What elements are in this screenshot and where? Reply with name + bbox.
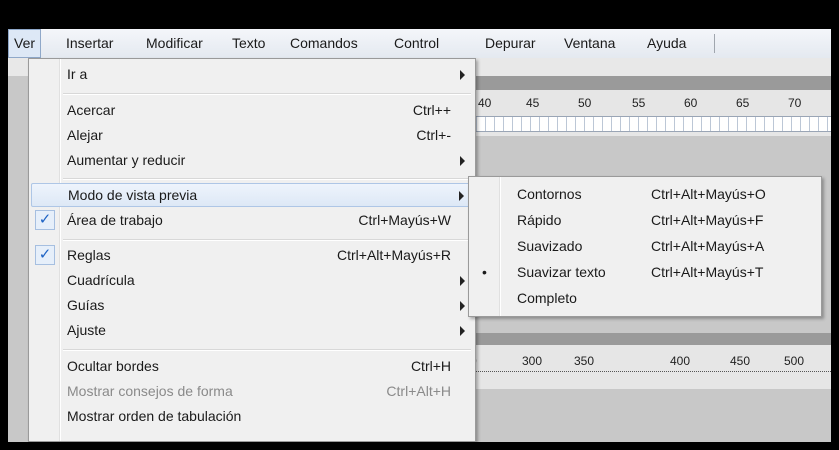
ver-dropdown-menu: Ir a Acercar Ctrl++ Alejar Ctrl+- Aument… xyxy=(28,58,476,442)
menu-item-label: Ir a xyxy=(67,66,88,82)
ruler-number: 400 xyxy=(670,354,691,368)
menubar-divider xyxy=(714,34,715,53)
window-frame: Ver Insertar Modificar Texto Comandos Co… xyxy=(0,0,839,450)
timeline-frame-number: 45 xyxy=(526,96,540,110)
ruler-number: 450 xyxy=(730,354,751,368)
menu-item-label: Área de trabajo xyxy=(67,212,163,228)
menu-item-area-de-trabajo[interactable]: ✓ Área de trabajo Ctrl+Mayús+W xyxy=(31,209,473,233)
menubar-item-depurar[interactable]: Depurar xyxy=(480,29,541,58)
menubar-item-modificar[interactable]: Modificar xyxy=(141,29,208,58)
submenu-item-rapido[interactable]: Rápido Ctrl+Alt+Mayús+F xyxy=(471,209,819,232)
submenu-arrow-icon xyxy=(460,70,465,80)
menu-item-label: Mostrar orden de tabulación xyxy=(67,408,242,424)
menu-item-shortcut: Ctrl+Alt+H xyxy=(386,383,451,399)
menu-item-label: Aumentar y reducir xyxy=(67,152,186,168)
submenu-item-shortcut: Ctrl+Alt+Mayús+O xyxy=(651,186,766,202)
radio-bullet-icon: • xyxy=(482,264,487,280)
timeline-ruler: 40 45 50 55 60 65 70 xyxy=(468,90,831,136)
checkmark-icon: ✓ xyxy=(35,210,55,230)
timeline-header-bar xyxy=(463,76,831,90)
menu-item-label: Ajuste xyxy=(67,322,106,338)
submenu-item-label: Completo xyxy=(517,290,577,306)
menu-item-label: Alejar xyxy=(67,127,103,143)
timeline-frame-number: 60 xyxy=(684,96,698,110)
menu-item-modo-de-vista-previa[interactable]: Modo de vista previa xyxy=(31,183,473,207)
menu-separator xyxy=(63,239,471,241)
timeline-frame-number: 65 xyxy=(736,96,750,110)
submenu-item-label: Rápido xyxy=(517,212,562,228)
menu-item-shortcut: Ctrl+Mayús+W xyxy=(358,212,451,228)
menu-item-shortcut: Ctrl+- xyxy=(416,127,451,143)
menubar-item-texto[interactable]: Texto xyxy=(227,29,270,58)
submenu-item-shortcut: Ctrl+Alt+Mayús+F xyxy=(651,212,764,228)
menubar-item-comandos[interactable]: Comandos xyxy=(285,29,363,58)
stage-ruler: 0 300 350 400 450 500 xyxy=(468,345,831,389)
submenu-item-shortcut: Ctrl+Alt+Mayús+T xyxy=(651,264,764,280)
menu-item-alejar[interactable]: Alejar Ctrl+- xyxy=(31,124,473,148)
timeline-frame-cells[interactable] xyxy=(468,116,831,132)
menubar-item-insertar[interactable]: Insertar xyxy=(61,29,118,58)
menubar-item-ver[interactable]: Ver xyxy=(8,29,42,58)
menu-item-label: Cuadrícula xyxy=(67,272,135,288)
submenu-item-contornos[interactable]: Contornos Ctrl+Alt+Mayús+O xyxy=(471,183,819,206)
menu-item-shortcut: Ctrl+Alt+Mayús+R xyxy=(337,247,451,263)
menu-item-shortcut: Ctrl++ xyxy=(412,102,451,118)
menubar-item-control[interactable]: Control xyxy=(389,29,444,58)
menu-item-mostrar-orden-de-tabulacion[interactable]: Mostrar orden de tabulación xyxy=(31,405,473,429)
application-window: Ver Insertar Modificar Texto Comandos Co… xyxy=(8,29,831,442)
menu-separator xyxy=(63,178,471,180)
submenu-item-completo[interactable]: Completo xyxy=(471,287,819,310)
submenu-item-label: Contornos xyxy=(517,186,582,202)
menu-item-acercar[interactable]: Acercar Ctrl++ xyxy=(31,99,473,123)
checkmark-icon: ✓ xyxy=(35,245,55,265)
menu-separator xyxy=(63,93,471,95)
menu-separator xyxy=(63,349,471,351)
submenu-arrow-icon xyxy=(460,301,465,311)
menu-item-mostrar-consejos-de-forma: Mostrar consejos de forma Ctrl+Alt+H xyxy=(31,380,473,404)
menu-item-shortcut: Ctrl+H xyxy=(410,358,451,374)
menu-item-label: Mostrar consejos de forma xyxy=(67,383,233,399)
submenu-item-label: Suavizar texto xyxy=(517,264,606,280)
menu-item-ocultar-bordes[interactable]: Ocultar bordes Ctrl+H xyxy=(31,355,473,379)
menu-item-ajuste[interactable]: Ajuste xyxy=(31,319,473,343)
menu-item-aumentar-y-reducir[interactable]: Aumentar y reducir xyxy=(31,149,473,173)
timeline-frame-number: 55 xyxy=(632,96,646,110)
menubar-item-ventana[interactable]: Ventana xyxy=(559,29,620,58)
submenu-arrow-icon xyxy=(459,191,464,201)
timeline-frame-number: 40 xyxy=(478,96,492,110)
ruler-number: 350 xyxy=(574,354,595,368)
submenu-item-label: Suavizado xyxy=(517,238,583,254)
modo-de-vista-previa-submenu: Contornos Ctrl+Alt+Mayús+O Rápido Ctrl+A… xyxy=(468,176,822,317)
ruler-number: 500 xyxy=(784,354,805,368)
ruler-number: 300 xyxy=(522,354,543,368)
menu-item-label: Reglas xyxy=(67,247,111,263)
submenu-arrow-icon xyxy=(460,276,465,286)
menubar-item-ayuda[interactable]: Ayuda xyxy=(642,29,691,58)
menu-item-label: Modo de vista previa xyxy=(68,187,198,203)
stage-header-bar xyxy=(463,333,831,345)
submenu-arrow-icon xyxy=(460,156,465,166)
menu-item-label: Ocultar bordes xyxy=(67,358,159,374)
timeline-frame-number: 50 xyxy=(578,96,592,110)
ruler-ticks xyxy=(468,367,831,372)
menu-item-label: Guías xyxy=(67,297,105,313)
menu-item-cuadricula[interactable]: Cuadrícula xyxy=(31,269,473,293)
menu-item-label: Acercar xyxy=(67,102,116,118)
submenu-item-shortcut: Ctrl+Alt+Mayús+A xyxy=(651,238,765,254)
menu-bar: Ver Insertar Modificar Texto Comandos Co… xyxy=(8,29,831,59)
menu-item-reglas[interactable]: ✓ Reglas Ctrl+Alt+Mayús+R xyxy=(31,244,473,268)
timeline-frame-number: 70 xyxy=(788,96,802,110)
menu-item-guias[interactable]: Guías xyxy=(31,294,473,318)
menu-item-ir-a[interactable]: Ir a xyxy=(31,63,473,87)
submenu-item-suavizar-texto[interactable]: • Suavizar texto Ctrl+Alt+Mayús+T xyxy=(471,261,819,284)
submenu-item-suavizado[interactable]: Suavizado Ctrl+Alt+Mayús+A xyxy=(471,235,819,258)
submenu-arrow-icon xyxy=(460,326,465,336)
